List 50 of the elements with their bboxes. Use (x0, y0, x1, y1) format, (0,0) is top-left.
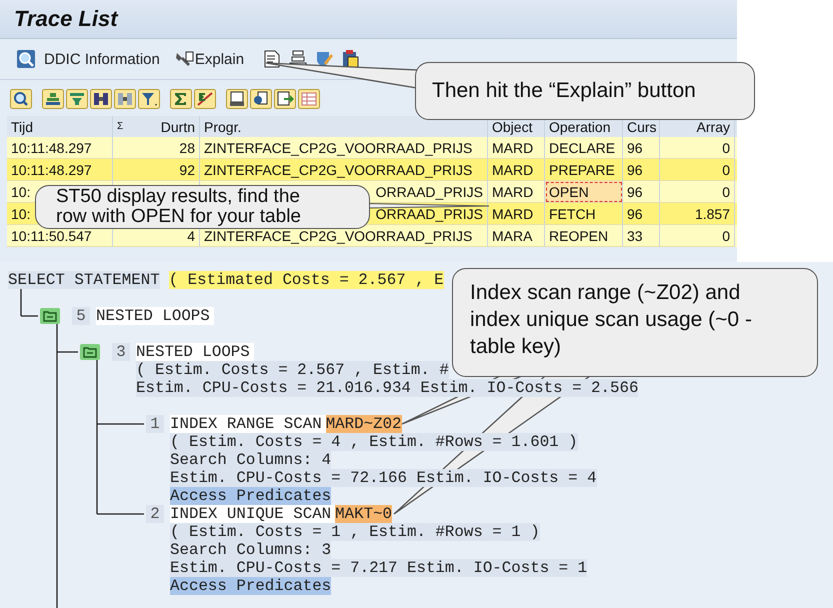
plan-detail: ( Estim. Costs = 2.567 , Estim. # (136, 361, 449, 379)
page-icon[interactable] (250, 89, 272, 109)
ddic-information-button[interactable]: DDIC Information (12, 49, 164, 69)
plan-operation[interactable]: INDEX UNIQUE SCAN (170, 505, 336, 523)
plan-operation[interactable]: NESTED LOOPS (96, 307, 214, 325)
table-cell: 33 (623, 225, 660, 247)
callout-text: Then hit the “Explain” button (432, 79, 696, 103)
binoculars-plus-icon[interactable] (114, 89, 136, 109)
table-cell[interactable]: REOPEN (545, 225, 623, 247)
sigma-mark: Σ (117, 120, 124, 134)
binoculars-icon[interactable] (90, 89, 112, 109)
window-title: Trace List (14, 6, 118, 32)
table-cell[interactable]: OPEN (545, 181, 623, 203)
table-cell: 0 (660, 225, 735, 247)
plan-statement[interactable]: SELECT STATEMENT (8, 271, 160, 289)
document-icon[interactable] (262, 49, 282, 69)
sigma-icon[interactable] (170, 89, 192, 109)
plan-detail: ( Estim. Costs = 4 , Estim. #Rows = 1.601 ) (170, 433, 578, 451)
folder-icon[interactable] (40, 308, 60, 324)
sigma-icon[interactable] (194, 89, 216, 109)
step-number: 2 (146, 505, 164, 523)
index-name: MAKT~0 (335, 505, 392, 523)
access-predicates-link[interactable]: Access Predicates (170, 487, 332, 505)
export-icon[interactable] (274, 89, 296, 109)
explain-button[interactable]: Explain (170, 50, 248, 68)
clipboard-icon[interactable] (340, 49, 360, 69)
search-icon (16, 49, 36, 69)
table-cell: MARA (488, 225, 545, 247)
plan-operation[interactable]: INDEX RANGE SCAN (170, 415, 326, 433)
callout-text: Index scan range (~Z02) and index unique scan usage (~0 - table key) (470, 281, 752, 358)
estimated-costs: ( Estimated Costs = 2.567 , E (168, 271, 444, 289)
page-icon[interactable] (226, 89, 248, 109)
access-predicates-link[interactable]: Access Predicates (170, 577, 332, 595)
plan-operation[interactable]: NESTED LOOPS (136, 343, 254, 361)
plan-detail: Estim. CPU-Costs = 72.166 Estim. IO-Costs = 4 (170, 469, 597, 487)
step-number: 3 (112, 343, 130, 361)
search-icon[interactable] (10, 89, 32, 109)
step-number: 1 (146, 415, 164, 433)
funnel-icon[interactable] (138, 89, 160, 109)
step-number: 5 (72, 307, 90, 325)
plan-detail: Estim. CPU-Costs = 21.016.934 Estim. IO-Costs = 2.566 (136, 379, 638, 397)
plan-detail: ( Estim. Costs = 1 , Estim. #Rows = 1 ) (170, 523, 540, 541)
funnel-icon[interactable] (66, 89, 88, 109)
index-name: MARD~Z02 (326, 415, 402, 433)
folder-icon[interactable] (80, 344, 100, 360)
plan-detail: Estim. CPU-Costs = 7.217 Estim. IO-Costs = 1 (170, 559, 588, 577)
stack-icon[interactable] (42, 89, 64, 109)
plan-detail: Search Columns: 3 (170, 541, 332, 559)
plan-detail: Search Columns: 4 (170, 451, 332, 469)
column-header-label: Durtn (160, 118, 195, 137)
